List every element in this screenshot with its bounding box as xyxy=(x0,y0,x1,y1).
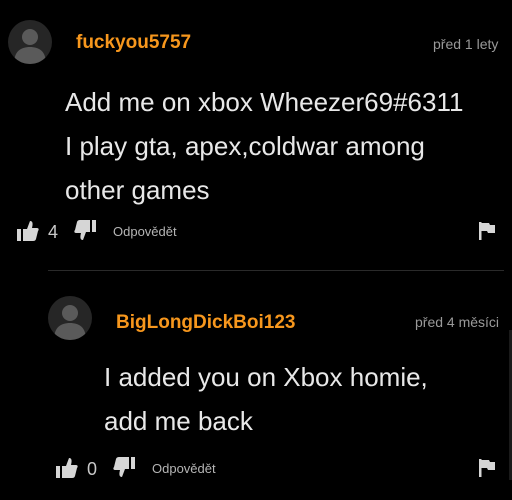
comment-username[interactable]: BigLongDickBoi123 xyxy=(116,312,295,334)
comment-body-line: other games xyxy=(65,175,210,205)
flag-icon[interactable] xyxy=(479,459,495,477)
avatar[interactable] xyxy=(48,296,92,340)
comment-body: I added you on Xbox homie, add me back xyxy=(104,355,428,443)
comment-body-line: Add me on xbox Wheezer69#6311 xyxy=(65,87,464,117)
comment-timestamp: před 4 měsíci xyxy=(415,314,500,330)
comment-actions: 0 Odpovědět xyxy=(0,457,512,481)
user-avatar-icon xyxy=(14,29,46,64)
comment-body: Add me on xbox Wheezer69#6311 I play gta… xyxy=(65,80,463,212)
like-count: 4 xyxy=(48,222,59,242)
thumbs-up-icon[interactable] xyxy=(17,221,39,241)
reply-button[interactable]: Odpovědět xyxy=(113,224,177,240)
comment-body-line: I play gta, apex,coldwar among xyxy=(65,131,425,161)
flag-icon[interactable] xyxy=(479,222,495,240)
comment-username[interactable]: fuckyou5757 xyxy=(76,32,191,54)
comment-body-line: add me back xyxy=(104,406,253,436)
thumbs-down-icon[interactable] xyxy=(113,457,135,477)
comment-timestamp: před 1 lety xyxy=(433,36,499,52)
comment-actions: 4 Odpovědět xyxy=(0,220,512,244)
thumbs-down-icon[interactable] xyxy=(74,220,96,240)
thumbs-up-icon[interactable] xyxy=(56,458,78,478)
avatar[interactable] xyxy=(8,20,52,64)
reply-button[interactable]: Odpovědět xyxy=(152,461,216,477)
like-count: 0 xyxy=(87,459,98,479)
divider xyxy=(48,270,504,271)
comment-body-line: I added you on Xbox homie, xyxy=(104,362,428,392)
user-avatar-icon xyxy=(54,305,86,340)
